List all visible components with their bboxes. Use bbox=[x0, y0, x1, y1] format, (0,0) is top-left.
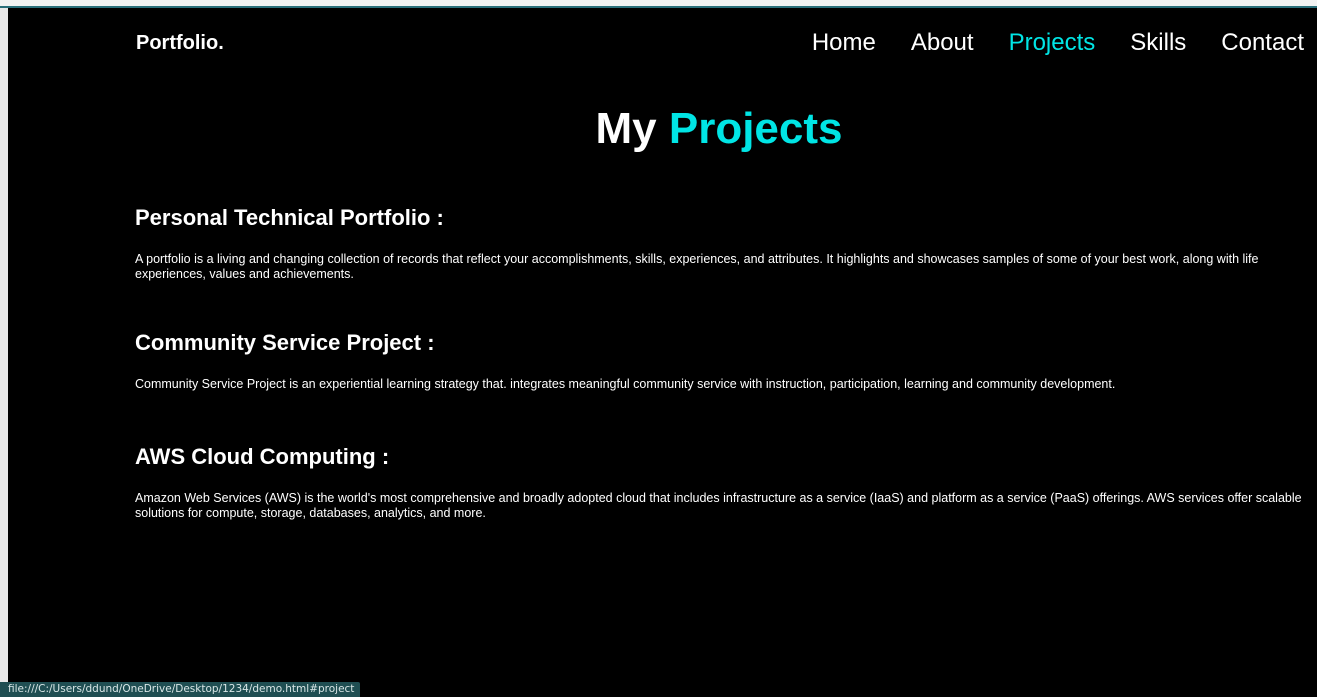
main-nav: Home About Projects Skills Contact bbox=[777, 28, 1304, 58]
project-title: Community Service Project : bbox=[135, 330, 435, 355]
browser-left-edge bbox=[0, 8, 8, 697]
projects-list: Personal Technical Portfolio : A portfol… bbox=[135, 204, 1307, 521]
nav-link-home[interactable]: Home bbox=[812, 28, 876, 58]
browser-status-url: file:///C:/Users/ddund/OneDrive/Desktop/… bbox=[0, 682, 361, 697]
page-title-accent: Projects bbox=[668, 104, 843, 153]
page-title-prefix: My bbox=[595, 104, 657, 153]
project-item: Personal Technical Portfolio : A portfol… bbox=[135, 204, 1307, 282]
portfolio-page: Portfolio. Home About Projects Skills Co… bbox=[8, 8, 1317, 697]
project-title: AWS Cloud Computing : bbox=[135, 444, 390, 469]
page-title: My Projects bbox=[8, 104, 1317, 154]
nav-link-skills[interactable]: Skills bbox=[1130, 28, 1186, 58]
project-title: Personal Technical Portfolio : bbox=[135, 205, 444, 230]
project-item: AWS Cloud Computing : Amazon Web Service… bbox=[135, 443, 1307, 521]
nav-link-projects[interactable]: Projects bbox=[1009, 28, 1096, 58]
project-description: Community Service Project is an experien… bbox=[135, 377, 1116, 391]
site-logo[interactable]: Portfolio. bbox=[136, 32, 224, 55]
nav-link-contact[interactable]: Contact bbox=[1221, 28, 1304, 58]
nav-link-about[interactable]: About bbox=[911, 28, 974, 58]
project-description: Amazon Web Services (AWS) is the world's… bbox=[135, 491, 1302, 520]
project-description: A portfolio is a living and changing col… bbox=[135, 252, 1259, 281]
project-item: Community Service Project : Community Se… bbox=[135, 329, 1307, 392]
browser-top-edge bbox=[0, 0, 1317, 8]
